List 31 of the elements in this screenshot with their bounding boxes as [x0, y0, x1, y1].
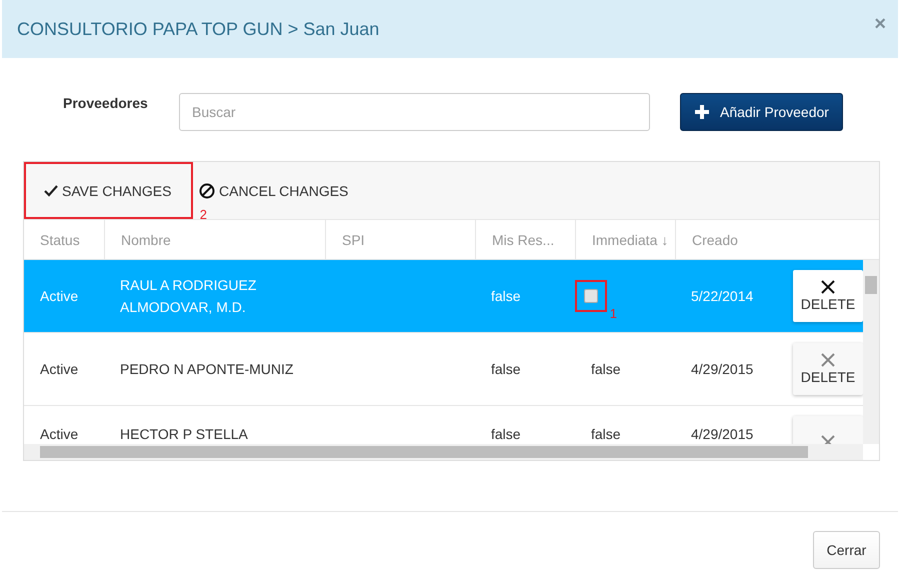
save-changes-button[interactable]: SAVE CHANGES — [24, 162, 193, 219]
table-cell-text: 4/29/2015 — [690, 425, 754, 444]
table-cell-text: false — [590, 425, 622, 444]
checkmark-icon — [44, 184, 58, 196]
table-cell-text: Active — [39, 360, 80, 379]
modal-title: CONSULTORIO PAPA TOP GUN > San Juan — [17, 18, 380, 40]
delete-button[interactable]: DELETE — [793, 343, 863, 395]
table-cell-text: Active — [39, 425, 80, 444]
filter-label: Proveedores — [63, 95, 149, 111]
search-field[interactable]: Buscar — [179, 93, 650, 131]
vertical-scrollbar[interactable] — [863, 260, 879, 444]
table-cell-text: RAUL A RODRIGUEZ ALMODOVAR, M.D. — [119, 276, 258, 317]
prohibited-icon — [199, 182, 215, 198]
table-cell-text: 4/29/2015 — [690, 360, 754, 379]
table-cell-text: false — [590, 360, 622, 379]
table-row[interactable]: Active RAUL A RODRIGUEZ ALMODOVAR, M.D. false 1 5/22/2014 DELETE — [24, 260, 863, 333]
horizontal-scrollbar[interactable] — [24, 444, 863, 460]
table-cell-text: Active — [39, 287, 80, 306]
table-cell-text: false — [490, 360, 522, 379]
table-cell-text: PEDRO N APONTE-MUNIZ — [119, 360, 294, 379]
add-provider-button[interactable]: Añadir Proveedor — [680, 93, 843, 131]
table-cell-text: false — [490, 425, 522, 444]
table-cell-text: 5/22/2014 — [690, 287, 754, 306]
callout-number: 2 — [200, 208, 207, 221]
checkbox[interactable] — [584, 289, 598, 303]
delete-button[interactable]: DELETE — [793, 270, 863, 322]
callout-number: 1 — [610, 307, 617, 320]
table-cell-text: HECTOR P STELLA — [119, 425, 249, 444]
table-cell-text: false — [490, 287, 522, 306]
close-dialog-button[interactable]: Cerrar — [813, 531, 880, 569]
plus-icon — [695, 105, 709, 119]
